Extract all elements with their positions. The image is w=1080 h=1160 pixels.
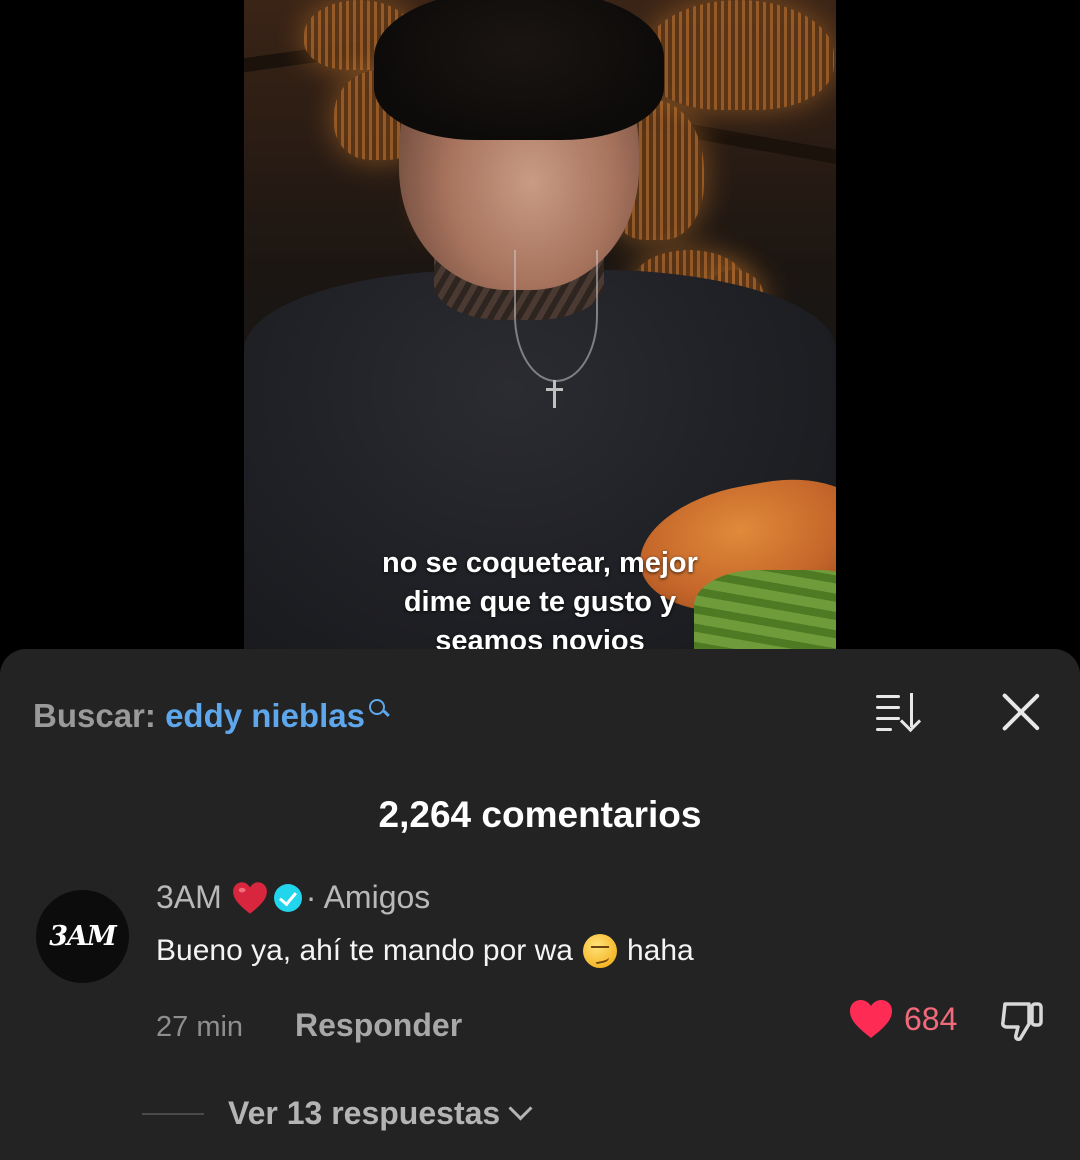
- necklace: [514, 250, 598, 382]
- heart-icon: [850, 1000, 892, 1038]
- video-caption: no se coquetear, mejor dime que te gusto…: [244, 544, 836, 660]
- comments-panel: Buscar: eddy nieblas 2,264 comentarios 3…: [0, 649, 1080, 1160]
- username[interactable]: 3AM: [156, 879, 222, 916]
- caption-line: dime que te gusto y: [403, 586, 677, 618]
- sort-arrow: [910, 693, 913, 727]
- comment-header: 3AM · Amigos: [156, 879, 430, 916]
- search-icon[interactable]: [367, 697, 389, 719]
- dislike-icon[interactable]: [999, 998, 1047, 1044]
- comment-time: 27 min: [156, 1011, 244, 1043]
- chevron-down-icon: [508, 1096, 533, 1121]
- close-icon[interactable]: [1000, 691, 1042, 733]
- sort-line: [876, 728, 892, 731]
- avatar[interactable]: 3AM: [36, 890, 129, 983]
- like-count: 684: [904, 1000, 958, 1037]
- cross-pendant: [546, 388, 563, 391]
- view-replies-button[interactable]: Ver 13 respuestas: [142, 1095, 533, 1132]
- search-label: Buscar:: [33, 697, 156, 734]
- wicker-lamp: [644, 0, 834, 110]
- thumbs-down-icon: [1001, 1002, 1043, 1041]
- comment-text: haha: [626, 934, 694, 967]
- like-button[interactable]: 684: [848, 998, 957, 1040]
- person-hair: [374, 0, 664, 140]
- caption-line: no se coquetear, mejor: [382, 547, 698, 579]
- comment-text: Bueno ya, ahí te mando por wa: [156, 934, 573, 967]
- smirking-face-emoji: [582, 934, 617, 968]
- sort-line: [876, 695, 900, 698]
- red-heart-emoji: [232, 881, 267, 914]
- comment-body: Bueno ya, ahí te mando por wa haha: [156, 934, 694, 968]
- comments-count: 2,264 comentarios: [378, 794, 702, 835]
- search-suggestion[interactable]: Buscar: eddy nieblas: [33, 697, 389, 735]
- sort-line: [876, 717, 900, 720]
- search-query-link[interactable]: eddy nieblas: [165, 697, 365, 734]
- cross-pendant: [553, 380, 556, 408]
- relation-tag: · Amigos: [305, 879, 431, 915]
- verified-badge-icon: [273, 883, 302, 912]
- reply-button[interactable]: Responder: [295, 1007, 462, 1044]
- view-replies-label: Ver 13 respuestas: [228, 1095, 501, 1131]
- replies-divider: [142, 1112, 204, 1115]
- sort-icon[interactable]: [876, 689, 926, 735]
- sort-line: [876, 706, 900, 709]
- video-player[interactable]: no se coquetear, mejor dime que te gusto…: [244, 0, 836, 660]
